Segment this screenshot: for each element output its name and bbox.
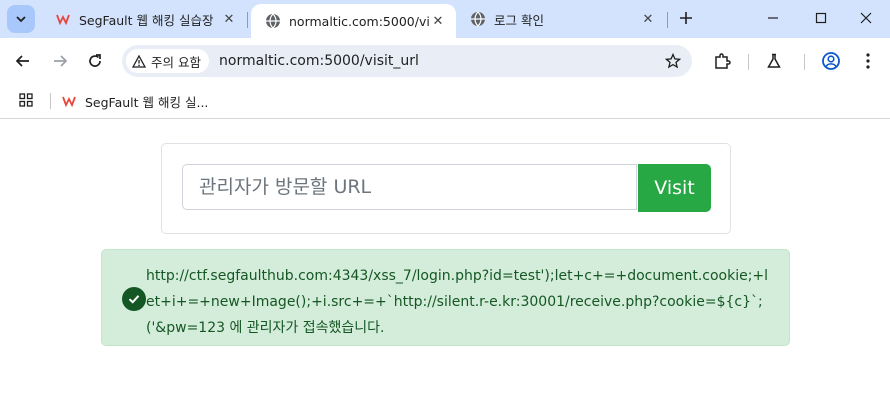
close-icon[interactable]: ✕	[430, 13, 446, 29]
back-arrow-icon	[15, 55, 29, 67]
extensions-icon[interactable]	[709, 48, 735, 74]
visit-form-card: Visit	[161, 143, 731, 234]
back-button[interactable]	[8, 46, 38, 76]
browser-toolbar: 주의 요함 normaltic.com:5000/visit_url	[0, 38, 890, 84]
tab-log[interactable]: 로그 확인 ✕	[456, 0, 666, 38]
tab-visit-url[interactable]: normaltic.com:5000/visit_ ✕	[251, 4, 456, 38]
maximize-button[interactable]	[797, 0, 845, 36]
security-chip[interactable]: 주의 요함	[126, 49, 209, 73]
url-text[interactable]: normaltic.com:5000/visit_url	[219, 53, 419, 69]
new-tab-button[interactable]	[674, 6, 698, 30]
menu-kebab-icon[interactable]	[855, 48, 881, 74]
tab-title: normaltic.com:5000/visit_	[289, 13, 430, 29]
success-alert: http://ctf.segfaulthub.com:4343/xss_7/lo…	[101, 249, 790, 346]
forward-button[interactable]	[45, 46, 75, 76]
bookmark-label: SegFault 웹 해킹 실...	[85, 94, 209, 110]
labs-flask-icon[interactable]	[761, 48, 787, 74]
bookmark-segfault[interactable]: SegFault 웹 해킹 실...	[62, 89, 208, 113]
tab-title: 로그 확인	[494, 12, 544, 28]
check-circle-icon	[122, 287, 146, 311]
close-window-button[interactable]	[842, 0, 890, 36]
segfault-logo-icon	[62, 94, 76, 108]
reload-icon	[89, 54, 101, 67]
toolbar-divider	[748, 54, 749, 70]
tab-segfault[interactable]: SegFault 웹 해킹 실습장 ✕	[41, 0, 247, 38]
profile-avatar-icon[interactable]	[818, 48, 844, 74]
reload-button[interactable]	[80, 46, 110, 76]
warning-icon	[132, 54, 146, 68]
tab-title: SegFault 웹 해킹 실습장	[79, 12, 214, 28]
bookmark-star-icon[interactable]	[662, 50, 684, 72]
globe-icon	[265, 13, 281, 29]
tab-strip: SegFault 웹 해킹 실습장 ✕ normaltic.com:5000/v…	[0, 0, 890, 38]
visit-button[interactable]: Visit	[638, 164, 711, 212]
minimize-button[interactable]	[749, 0, 797, 36]
segfault-logo-icon	[55, 11, 71, 27]
url-input[interactable]	[182, 164, 637, 210]
security-label: 주의 요함	[151, 54, 201, 70]
bookmarks-divider	[50, 93, 51, 109]
chevron-down-icon	[16, 16, 26, 23]
forward-arrow-icon	[54, 55, 68, 67]
close-icon[interactable]: ✕	[640, 11, 656, 27]
toolbar-divider	[804, 54, 805, 70]
maximize-icon	[815, 12, 827, 24]
minimize-icon	[768, 17, 778, 19]
plus-icon	[680, 12, 692, 24]
tab-divider	[247, 12, 248, 28]
address-bar[interactable]: 주의 요함 normaltic.com:5000/visit_url	[122, 45, 692, 77]
close-icon[interactable]: ✕	[221, 11, 237, 27]
alert-message: http://ctf.segfaulthub.com:4343/xss_7/lo…	[146, 268, 769, 336]
tab-divider	[667, 12, 668, 28]
close-icon	[860, 12, 872, 24]
bookmarks-bar: SegFault 웹 해킹 실...	[0, 84, 890, 119]
globe-icon	[470, 11, 486, 27]
apps-grid-icon[interactable]	[19, 92, 35, 108]
tab-search-button[interactable]	[7, 5, 35, 33]
